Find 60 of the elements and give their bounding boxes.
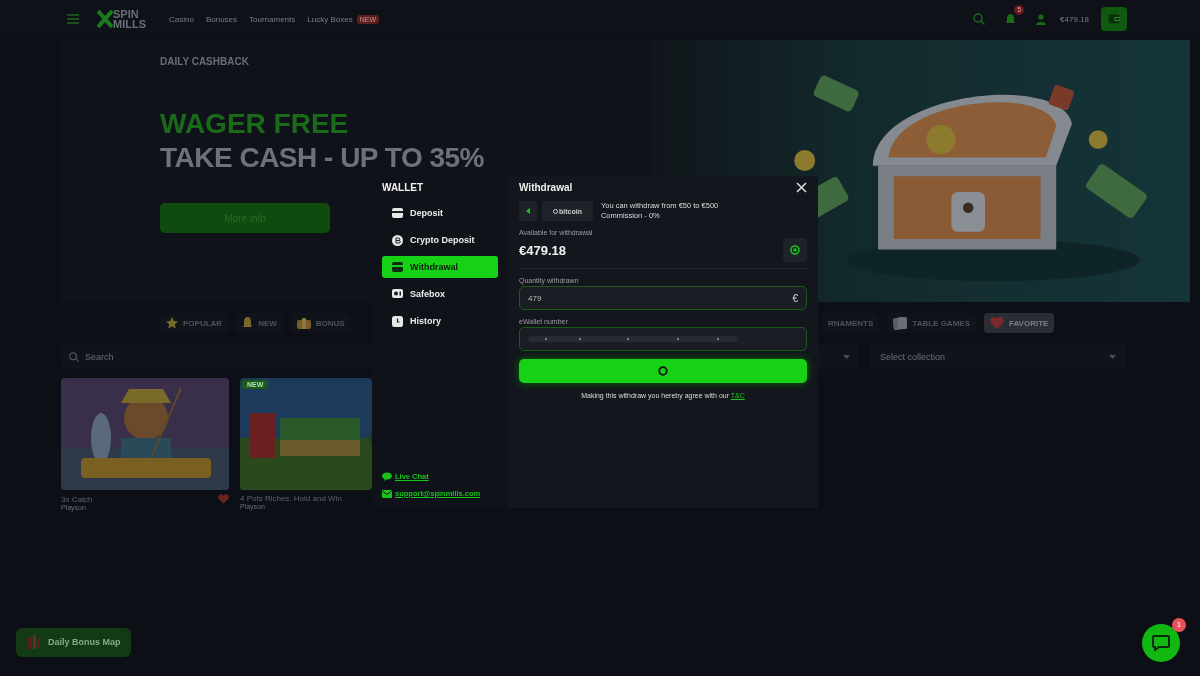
dialog-title: Withdrawal: [519, 182, 573, 193]
nav-link[interactable]: Lucky Boxes: [307, 14, 353, 24]
menu-icon[interactable]: [67, 14, 79, 24]
wallet-menu-item[interactable]: Crypto Deposit: [382, 229, 498, 251]
left-arrow-icon: [526, 208, 530, 214]
wallet-menu-item[interactable]: History: [382, 310, 498, 332]
bell-icon: [242, 317, 254, 329]
game-title: 3x Catch: [61, 494, 93, 504]
map-icon: [28, 635, 40, 649]
close-icon[interactable]: [796, 182, 807, 193]
coin-icon: [392, 234, 403, 246]
wallet-menu-item[interactable]: Deposit: [382, 202, 498, 224]
chat-bubble-icon: [382, 472, 392, 481]
logo-x-icon: [97, 10, 113, 28]
chat-icon: [1152, 635, 1170, 651]
logo[interactable]: SPIN MILLS: [113, 8, 145, 30]
back-button[interactable]: [519, 201, 537, 221]
game-title: 4 Pots Riches: Hold and Win: [240, 494, 342, 503]
balance: €479.18: [1060, 14, 1089, 24]
star-icon: [166, 317, 178, 329]
heart-icon: [990, 317, 1004, 329]
ewallet-field[interactable]: [519, 327, 807, 351]
search-icon: [69, 351, 79, 362]
clock-icon: [392, 315, 403, 327]
wallet-title: WALLET: [382, 182, 425, 193]
caret-icon: [1109, 354, 1116, 359]
category-tab[interactable]: FAVORITE: [984, 313, 1055, 333]
nav-link[interactable]: Tournaments: [249, 14, 296, 24]
search-icon[interactable]: [973, 13, 986, 25]
chat-button[interactable]: [1142, 624, 1180, 662]
user-icon[interactable]: [1036, 13, 1047, 25]
chest-icon: [296, 317, 311, 329]
bell-icon[interactable]: [1005, 13, 1017, 25]
search-field[interactable]: Search: [61, 344, 372, 369]
wallet-button[interactable]: [1101, 7, 1127, 31]
card-icon: [392, 262, 403, 272]
chat-badge: 1: [1172, 618, 1186, 632]
wallet-icon: [1108, 14, 1120, 24]
banner-headline: TAKE CASH - UP TO 35%: [160, 141, 484, 175]
safe-icon: [392, 289, 403, 299]
quantity-field[interactable]: 479 €: [519, 286, 807, 310]
wallet-menu-item[interactable]: Safebox: [382, 283, 498, 305]
available-amount: €479.18: [519, 242, 566, 258]
banner-headline: WAGER FREE: [160, 107, 349, 141]
refresh-icon: [790, 245, 800, 255]
loading-spinner-icon: [658, 366, 668, 376]
nav-link[interactable]: Casino: [169, 14, 194, 24]
coin-icon: [553, 208, 558, 214]
wallet-menu-item[interactable]: Withdrawal: [382, 256, 498, 278]
banner-eyebrow: DAILY CASHBACK: [160, 56, 249, 67]
caret-icon: [843, 354, 850, 359]
heart-icon[interactable]: [218, 494, 229, 504]
collection-dropdown[interactable]: Select collection: [870, 344, 1126, 369]
daily-bonus-map-button[interactable]: Daily Bonus Map: [16, 627, 131, 657]
nav-link[interactable]: Bonuses: [205, 14, 238, 24]
cards-icon: [893, 316, 908, 330]
refresh-button[interactable]: [783, 238, 807, 262]
card-icon: [392, 208, 403, 218]
mail-icon: [382, 489, 392, 498]
currency-symbol: €: [792, 292, 798, 304]
